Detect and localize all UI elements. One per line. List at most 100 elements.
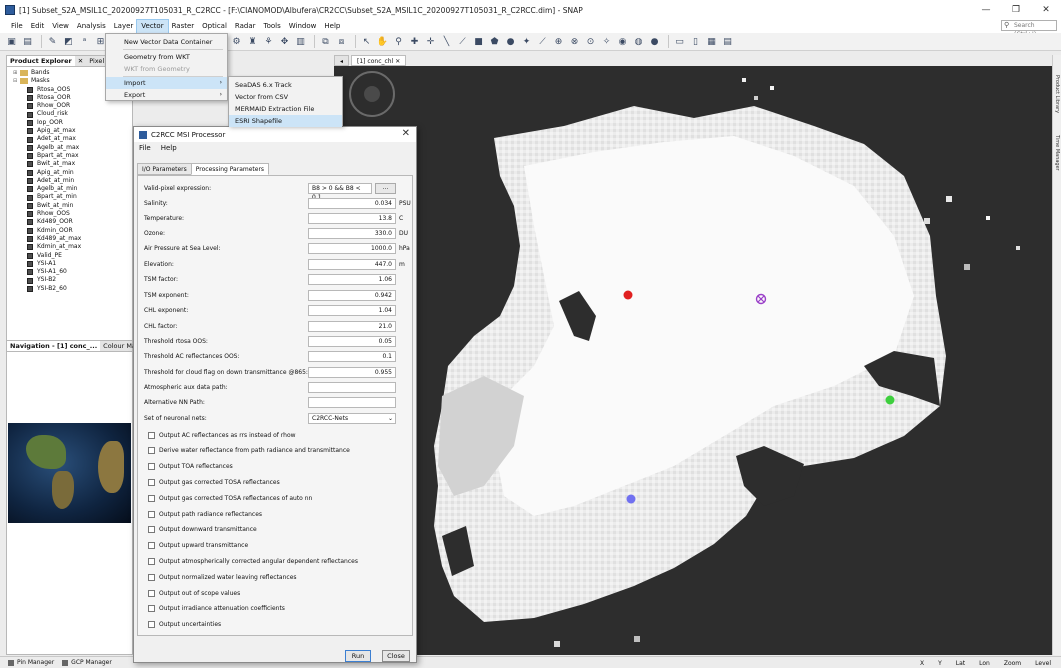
menu-item-geometry-from-wkt[interactable]: Geometry from WKT [106, 51, 227, 63]
tree-mask-item[interactable]: Bwit_at_min [27, 202, 132, 210]
world-map-icon[interactable]: ◍ [632, 35, 645, 48]
output-option-checkbox-row[interactable]: Output normalized water leaving reflecta… [148, 571, 297, 583]
image-view[interactable] [334, 66, 1052, 655]
tree-mask-item[interactable]: YSI-A1 [27, 260, 132, 268]
menu-tools[interactable]: Tools [260, 20, 285, 33]
tree-mask-item[interactable]: YSI-B2 [27, 276, 132, 284]
param-value-field[interactable]: 1000.0 [308, 243, 396, 254]
pin-tool-icon[interactable]: ♜ [246, 35, 259, 48]
param-value-field[interactable]: 0.942 [308, 290, 396, 301]
tree-mask-item[interactable]: Bpart_at_max [27, 152, 132, 160]
menu-analysis[interactable]: Analysis [73, 20, 110, 33]
select-tool-icon[interactable]: ↖ [360, 35, 373, 48]
gcp-placing-icon[interactable]: ✛ [424, 35, 437, 48]
checkbox[interactable] [148, 557, 155, 565]
menu-vector[interactable]: Vector [136, 19, 169, 34]
pan-tool-icon[interactable]: ✋ [376, 35, 389, 48]
output-option-checkbox-row[interactable]: Output path radiance reflectances [148, 508, 262, 520]
magic-wand-icon[interactable]: ✦ [520, 35, 533, 48]
tree-mask-item[interactable]: Apig_at_min [27, 169, 132, 177]
checkbox[interactable] [148, 494, 155, 502]
output-option-checkbox-row[interactable]: Output downward transmittance [148, 524, 257, 536]
batch-icon[interactable]: ⧈ [335, 35, 348, 48]
world-overview-map[interactable] [8, 423, 131, 523]
rectangle-tool-icon[interactable]: ■ [472, 35, 485, 48]
menu-item-new-vector-data-container[interactable]: New Vector Data Container [106, 36, 227, 48]
param-value-field[interactable]: 0.955 [308, 367, 396, 378]
pin-green[interactable] [885, 395, 895, 405]
ellipse-tool-icon[interactable]: ● [504, 35, 517, 48]
tree-mask-item[interactable]: Iop_OOR [27, 119, 132, 127]
output-option-checkbox-row[interactable]: Output uncertainties [148, 619, 221, 631]
tree-mask-item[interactable]: Kd489_OOR [27, 218, 132, 226]
restore-button[interactable]: ❐ [1001, 0, 1031, 20]
tab-conc-chl[interactable]: [1] conc_chl ✕ [351, 55, 407, 66]
tree-mask-item[interactable]: Kdmin_at_max [27, 243, 132, 251]
output-option-checkbox-row[interactable]: Output TOA reflectances [148, 461, 233, 473]
polyline-tool-icon[interactable]: ⟋ [456, 35, 469, 48]
open-product-icon[interactable]: ▣ [5, 35, 18, 48]
menu-view[interactable]: View [48, 20, 73, 33]
param-value-field[interactable]: 0.1 [308, 351, 396, 362]
dialog-menu-help[interactable]: Help [161, 144, 177, 152]
checkbox[interactable] [148, 510, 155, 518]
tree-mask-item[interactable]: YSI-A1_60 [27, 268, 132, 276]
checkbox[interactable] [148, 478, 155, 486]
pin-placing-icon[interactable]: ✚ [408, 35, 421, 48]
checkbox[interactable] [148, 526, 155, 534]
band-maths-icon[interactable]: ᵃ [78, 35, 91, 48]
tree-mask-item[interactable]: Bwit_at_max [27, 160, 132, 168]
tile-horizontal-icon[interactable]: ▭ [673, 35, 686, 48]
dialog-menu-file[interactable]: File [139, 144, 151, 152]
tree-mask-item[interactable]: YSI-B2_60 [27, 285, 132, 293]
tree-mask-item[interactable]: Valid_PE [27, 252, 132, 260]
close-tab-icon[interactable]: ✕ [395, 58, 400, 65]
param-value-field[interactable]: 13.8 [308, 213, 396, 224]
time-manager-tab[interactable]: Time Manager [1054, 135, 1060, 171]
tab-navigation[interactable]: Navigation - [1] conc_... [7, 341, 101, 351]
search-input[interactable]: ⚲ Search (Ctrl+I) [1001, 20, 1057, 38]
tab-product-explorer[interactable]: Product Explorer [7, 56, 75, 66]
tree-mask-item[interactable]: Apig_at_max [27, 127, 132, 135]
edit-icon[interactable]: ✎ [46, 35, 59, 48]
menu-item-esri-shapefile[interactable]: ESRI Shapefile [229, 115, 342, 127]
expression-browse-button[interactable]: ... [375, 183, 396, 194]
param-value-field[interactable]: 0.05 [308, 336, 396, 347]
menu-optical[interactable]: Optical [198, 20, 231, 33]
gcp-overlay-icon[interactable]: ⊙ [584, 35, 597, 48]
menu-item-import[interactable]: Import › [106, 77, 227, 89]
close-tab-icon[interactable]: ✕ [75, 56, 86, 66]
close-button[interactable]: Close [382, 650, 410, 662]
tree-mask-item[interactable]: Adet_at_max [27, 135, 132, 143]
menu-item-vector-from-csv[interactable]: Vector from CSV [229, 91, 342, 103]
tree-mask-item[interactable]: Kd489_at_max [27, 235, 132, 243]
checkbox[interactable] [148, 605, 155, 613]
output-option-checkbox-row[interactable]: Output atmospherically corrected angular… [148, 555, 358, 567]
tree-mask-item[interactable]: Cloud_risk [27, 110, 132, 118]
tree-mask-item[interactable]: Agelb_at_min [27, 185, 132, 193]
expand-icon[interactable]: ⊞ [13, 69, 20, 77]
close-window-button[interactable]: ✕ [1031, 0, 1061, 20]
collocation-icon[interactable]: ⚘ [262, 35, 275, 48]
output-option-checkbox-row[interactable]: Output gas corrected TOSA reflectances o… [148, 492, 312, 504]
checkbox[interactable] [148, 463, 155, 471]
pin-overlay-icon[interactable]: ✧ [600, 35, 613, 48]
checkbox[interactable] [148, 621, 155, 629]
menu-item-seadas-track[interactable]: SeaDAS 6.x Track [229, 79, 342, 91]
menu-layer[interactable]: Layer [110, 20, 138, 33]
menu-help[interactable]: Help [320, 20, 344, 33]
product-library-tab[interactable]: Product Library [1054, 75, 1060, 113]
eye-icon[interactable]: ◉ [616, 35, 629, 48]
menu-file[interactable]: File [7, 20, 27, 33]
output-option-checkbox-row[interactable]: Output AC reflectances as rrs instead of… [148, 429, 296, 441]
globe-icon[interactable]: ● [648, 35, 661, 48]
tile-evenly-icon[interactable]: ▤ [721, 35, 734, 48]
menu-item-mermaid-extraction[interactable]: MERMAID Extraction File [229, 103, 342, 115]
tree-mask-item[interactable]: Bpart_at_min [27, 193, 132, 201]
dialog-close-icon[interactable]: ✕ [402, 128, 410, 139]
param-value-field[interactable] [308, 382, 396, 393]
menu-window[interactable]: Window [285, 20, 321, 33]
output-option-checkbox-row[interactable]: Output gas corrected TOSA reflectances [148, 476, 280, 488]
neuronal-nets-select[interactable]: C2RCC-Nets ⌄ [308, 413, 396, 424]
run-button[interactable]: Run [345, 650, 371, 662]
